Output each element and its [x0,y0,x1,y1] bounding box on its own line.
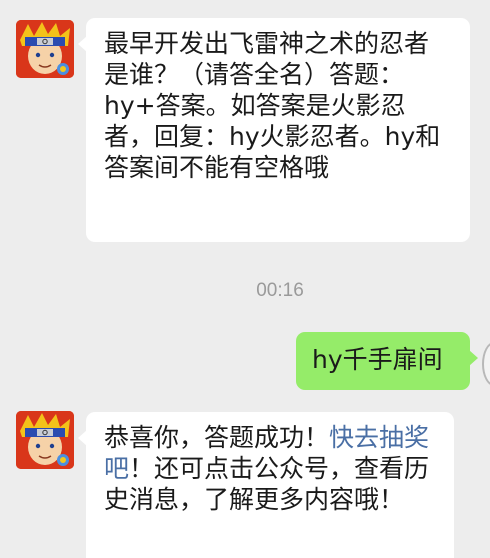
message-text-before: 恭喜你，答题成功！ [104,423,330,452]
message-text: hy千手扉间 [312,345,443,374]
user-avatar-partial[interactable] [482,342,490,386]
message-text-after: ！还可点击公众号，查看历史消息，了解更多内容哦！ [104,454,430,514]
message-text: 最早开发出飞雷神之术的忍者是谁？（请答全名）答题：hy+答案。如答案是火影忍者，… [104,29,441,182]
message-timestamp: 00:16 [256,280,304,301]
outgoing-message-bubble[interactable]: hy千手扉间 [296,332,478,390]
bot-avatar-icon[interactable] [16,411,74,469]
chat-window: 最早开发出飞雷神之术的忍者是谁？（请答全名）答题：hy+答案。如答案是火影忍者，… [0,0,490,558]
bot-avatar-icon[interactable] [16,20,74,78]
incoming-message-bubble[interactable]: 最早开发出飞雷神之术的忍者是谁？（请答全名）答题：hy+答案。如答案是火影忍者，… [78,18,470,242]
ninja-avatar-icon [16,411,74,469]
incoming-message-bubble[interactable]: 恭喜你，答题成功！快去抽奖吧！还可点击公众号，查看历史消息，了解更多内容哦！ [78,412,454,558]
ninja-avatar-icon [16,20,74,78]
